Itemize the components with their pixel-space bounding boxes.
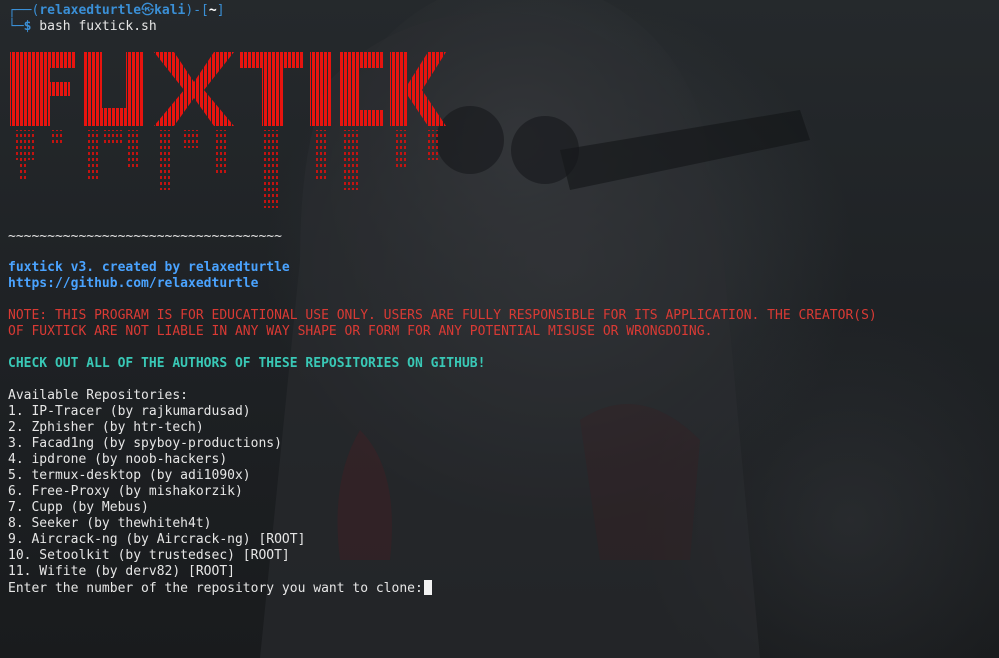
repo-item-2: 2. Zphisher (by htr-tech) [8, 420, 204, 435]
prompt-mid-bracket: )-[ [185, 3, 209, 18]
divider-line: ~~~~~~~~~~~~~~~~~~~~~~~~~~~~~~~~~~~ [8, 229, 282, 244]
repo-item-8: 8. Seeker (by thewhiteh4t) [8, 516, 212, 531]
repo-item-9: 9. Aircrack-ng (by Aircrack-ng) [ROOT] [8, 532, 306, 547]
prompt-header: ┌──(relaxedturtle㉿kali)-[~] [8, 3, 225, 19]
fuxtick-banner-logo [10, 52, 446, 208]
repo-item-6: 6. Free-Proxy (by mishakorzik) [8, 484, 243, 499]
repo-item-10: 10. Setoolkit (by trustedsec) [ROOT] [8, 548, 290, 563]
input-prompt: Enter the number of the repository you w… [8, 581, 423, 596]
repo-item-4: 4. ipdrone (by noob-hackers) [8, 452, 228, 467]
credit-text: fuxtick v3. created by relaxedturtle [8, 260, 290, 275]
disclaimer-line-2: OF FUXTICK ARE NOT LIABLE IN ANY WAY SHA… [8, 324, 713, 339]
repo-item-5: 5. termux-desktop (by adi1090x) [8, 468, 251, 483]
github-link[interactable]: https://github.com/relaxedturtle [8, 276, 258, 292]
terminal-window[interactable]: ┌──(relaxedturtle㉿kali)-[~] └─$ bash fux… [0, 0, 999, 658]
executed-command: bash fuxtick.sh [31, 19, 157, 34]
prompt-directory: ~ [208, 3, 217, 18]
repo-item-1: 1. IP-Tracer (by rajkumardusad) [8, 404, 251, 419]
prompt-corner: └─ [8, 19, 24, 34]
command-line: └─$ bash fuxtick.sh [8, 19, 157, 35]
input-line[interactable]: Enter the number of the repository you w… [8, 580, 432, 596]
repo-item-3: 3. Facad1ng (by spyboy-productions) [8, 436, 282, 451]
repo-item-11: 11. Wifite (by derv82) [ROOT] [8, 564, 235, 579]
prompt-at-symbol: ㉿ [141, 3, 155, 18]
prompt-open-bracket: ┌──( [8, 3, 40, 18]
text-cursor[interactable] [423, 580, 432, 595]
prompt-username: relaxedturtle [39, 3, 142, 18]
repositories-heading: Available Repositories: [8, 388, 189, 403]
disclaimer-line-1: NOTE: THIS PROGRAM IS FOR EDUCATIONAL US… [8, 308, 877, 323]
prompt-hostname: kali [154, 3, 186, 18]
checkout-message: CHECK OUT ALL OF THE AUTHORS OF THESE RE… [8, 356, 486, 371]
prompt-close-bracket: ] [216, 3, 225, 18]
repo-item-7: 7. Cupp (by Mebus) [8, 500, 149, 515]
